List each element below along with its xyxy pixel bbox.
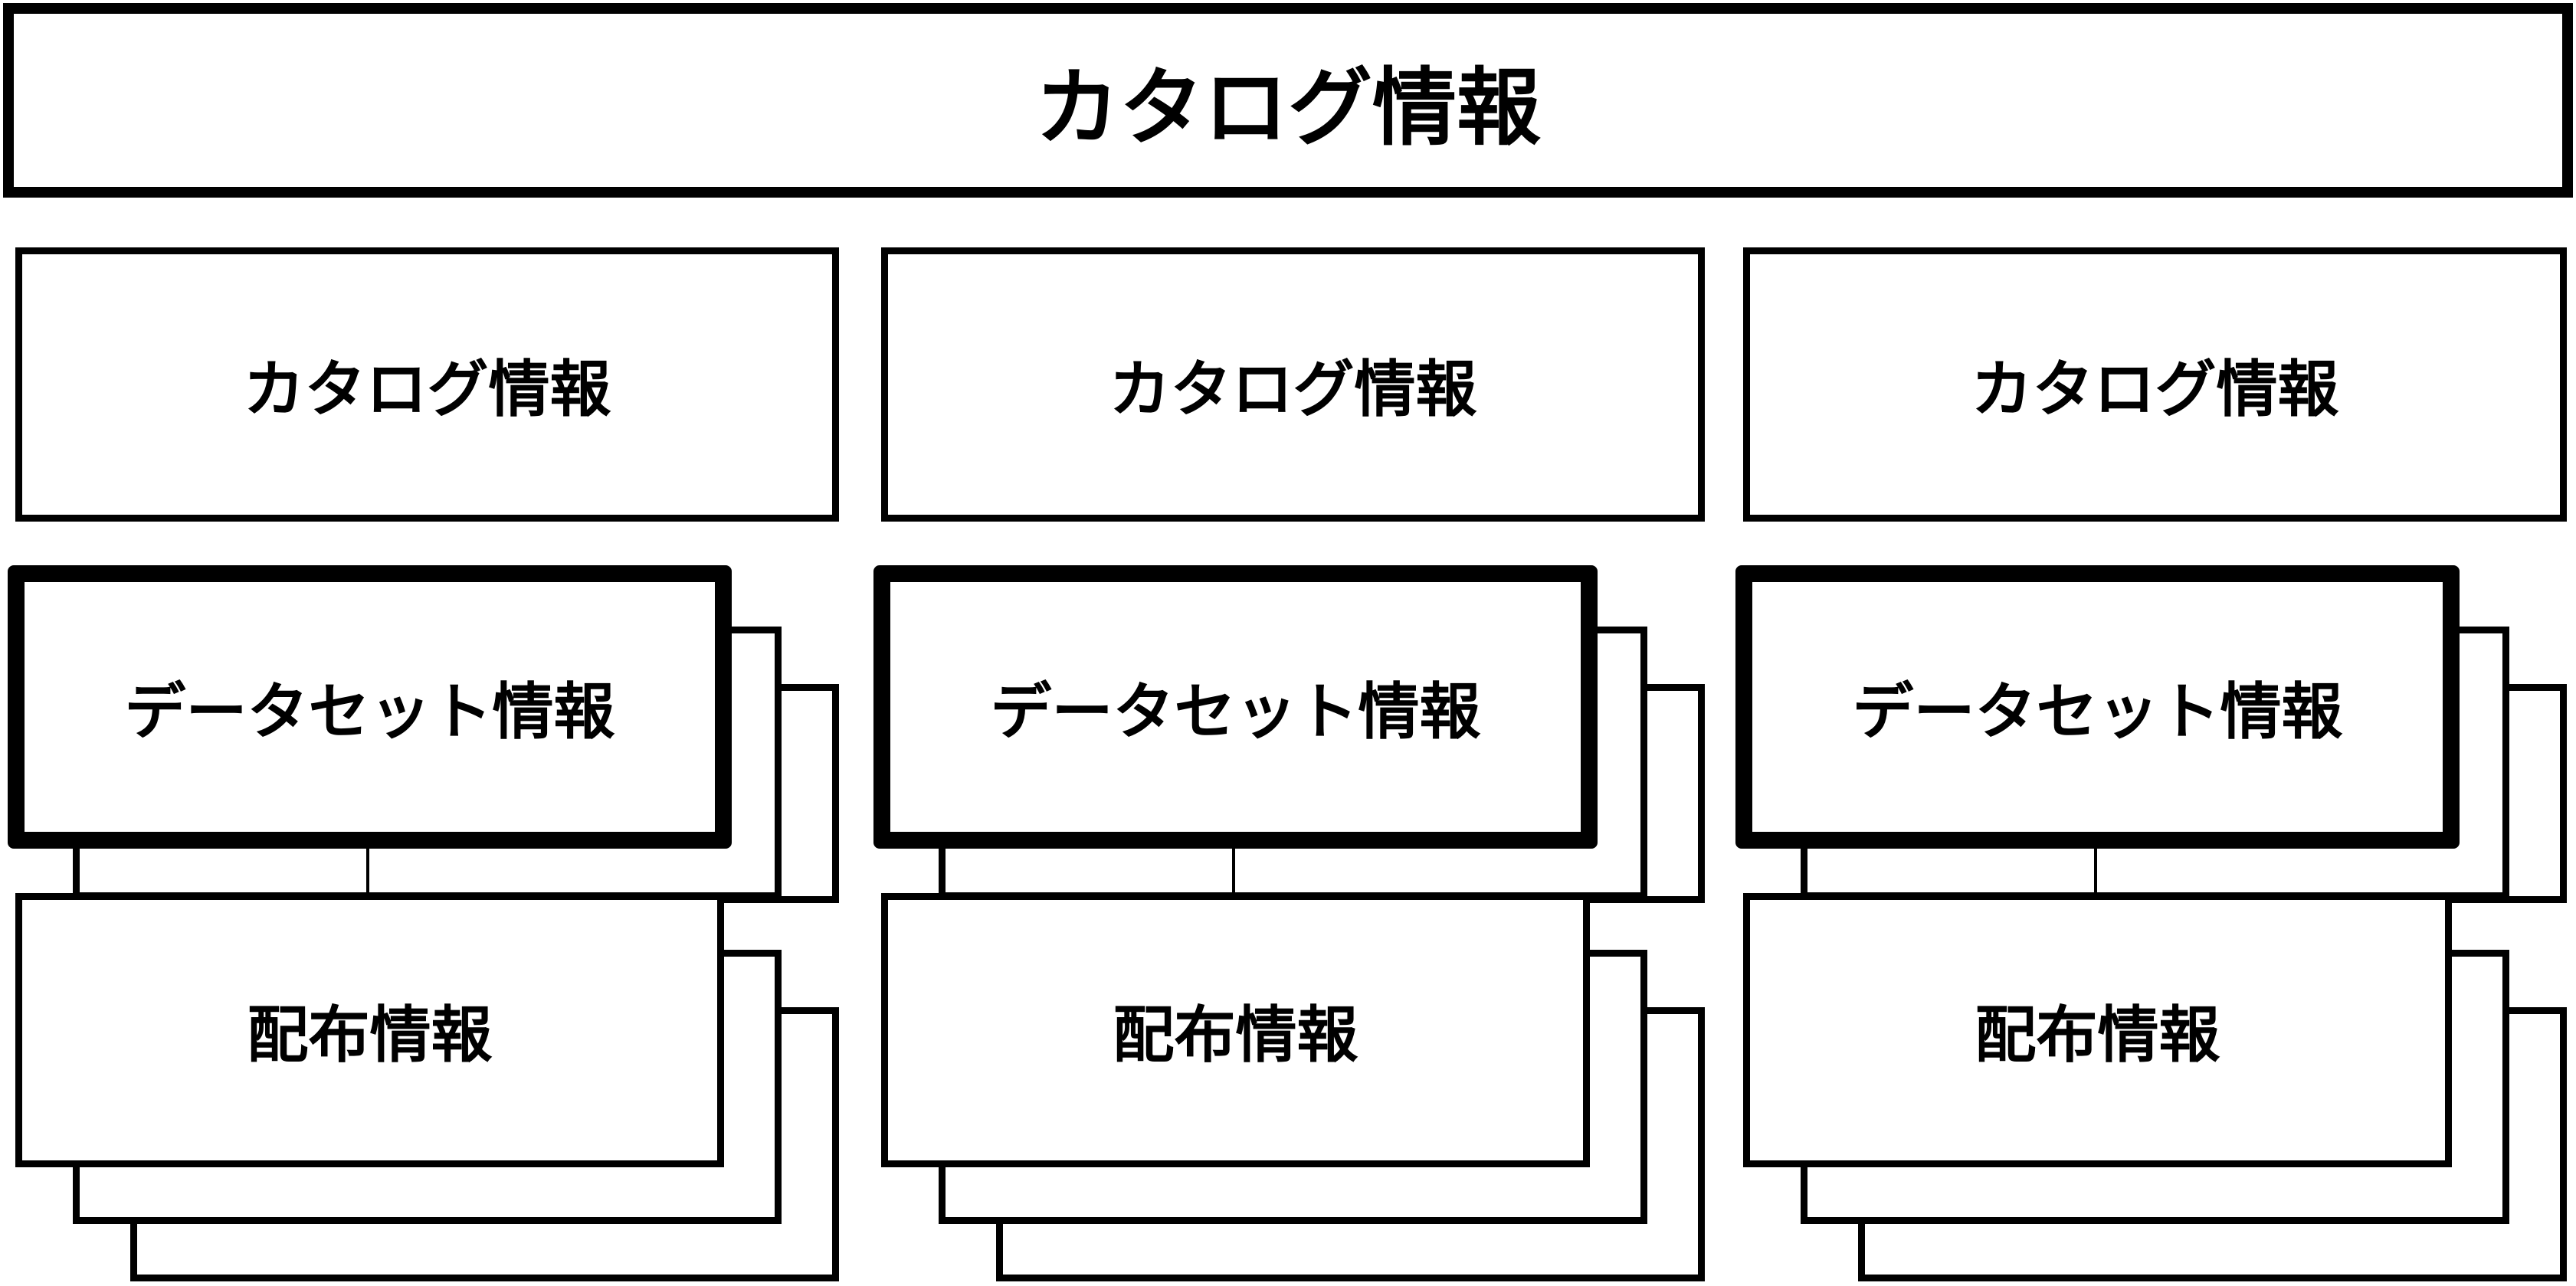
dataset-box: データセット情報 — [1735, 565, 2460, 849]
distribution-box: 配布情報 — [881, 893, 1590, 1167]
dataset-box: データセット情報 — [873, 565, 1598, 849]
diagram-canvas: カタログ情報 カタログ情報 データセット情報 配布情報 カタログ情報 データセッ… — [0, 0, 2576, 1286]
dataset-distribution-connector — [1232, 849, 1235, 896]
distribution-box: 配布情報 — [15, 893, 724, 1167]
catalog-box: カタログ情報 — [1743, 247, 2567, 522]
dataset-distribution-connector — [366, 849, 369, 896]
dataset-distribution-connector — [2094, 849, 2097, 896]
catalog-box: カタログ情報 — [881, 247, 1705, 522]
dataset-box: データセット情報 — [8, 565, 732, 849]
root-catalog-box: カタログ情報 — [3, 3, 2573, 198]
distribution-box: 配布情報 — [1743, 893, 2452, 1167]
catalog-box: カタログ情報 — [15, 247, 839, 522]
